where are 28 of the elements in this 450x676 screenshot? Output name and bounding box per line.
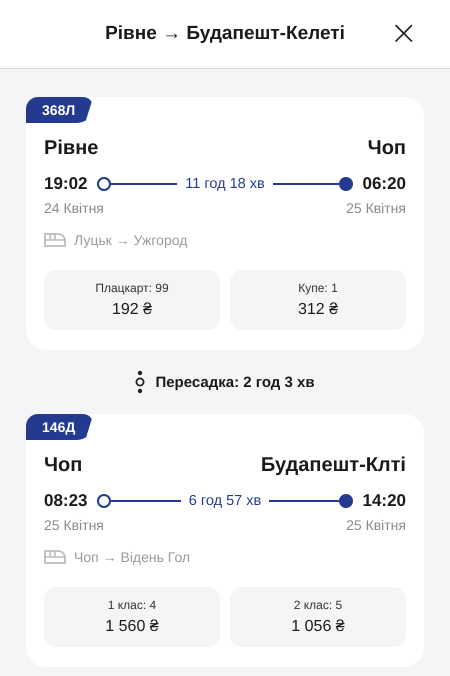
train-number: 146Д bbox=[26, 414, 94, 440]
page-title: Рівне → Будапешт-Келеті bbox=[105, 23, 345, 45]
arrival-time: 14:20 bbox=[362, 491, 406, 511]
train-icon bbox=[44, 550, 66, 564]
fare-option[interactable]: 2 клас: 5 1 056 ₴ bbox=[230, 587, 406, 647]
arrival-date: 25 Квітня bbox=[346, 517, 406, 533]
arrival-date: 25 Квітня bbox=[346, 200, 406, 216]
train-route: Чоп → Відень Гол bbox=[74, 549, 190, 565]
train-route: Луцьк → Ужгород bbox=[74, 232, 188, 248]
train-icon bbox=[44, 233, 66, 247]
fare-option[interactable]: Плацкарт: 99 192 ₴ bbox=[44, 270, 220, 330]
arrival-station: Будапешт-Клті bbox=[260, 454, 406, 477]
fare-option[interactable]: Купе: 1 312 ₴ bbox=[230, 270, 406, 330]
close-button[interactable]: × bbox=[386, 16, 422, 50]
arrival-time: 06:20 bbox=[362, 174, 406, 194]
train-number: 368Л bbox=[26, 97, 94, 123]
departure-station: Чоп bbox=[44, 454, 82, 477]
travel-duration: 6 год 57 хв bbox=[188, 493, 262, 509]
fare-option[interactable]: 1 клас: 4 1 560 ₴ bbox=[44, 587, 220, 647]
transfer-icon bbox=[135, 370, 146, 394]
transfer-duration: Пересадка: 2 год 3 хв bbox=[155, 374, 315, 390]
departure-date: 25 Квітня bbox=[44, 517, 104, 533]
travel-duration: 11 год 18 хв bbox=[184, 176, 266, 192]
departure-time: 08:23 bbox=[44, 491, 88, 511]
departure-time: 19:02 bbox=[44, 174, 88, 194]
departure-date: 24 Квітня bbox=[44, 200, 104, 216]
arrival-station: Чоп bbox=[368, 137, 406, 160]
departure-station: Рівне bbox=[44, 137, 98, 160]
